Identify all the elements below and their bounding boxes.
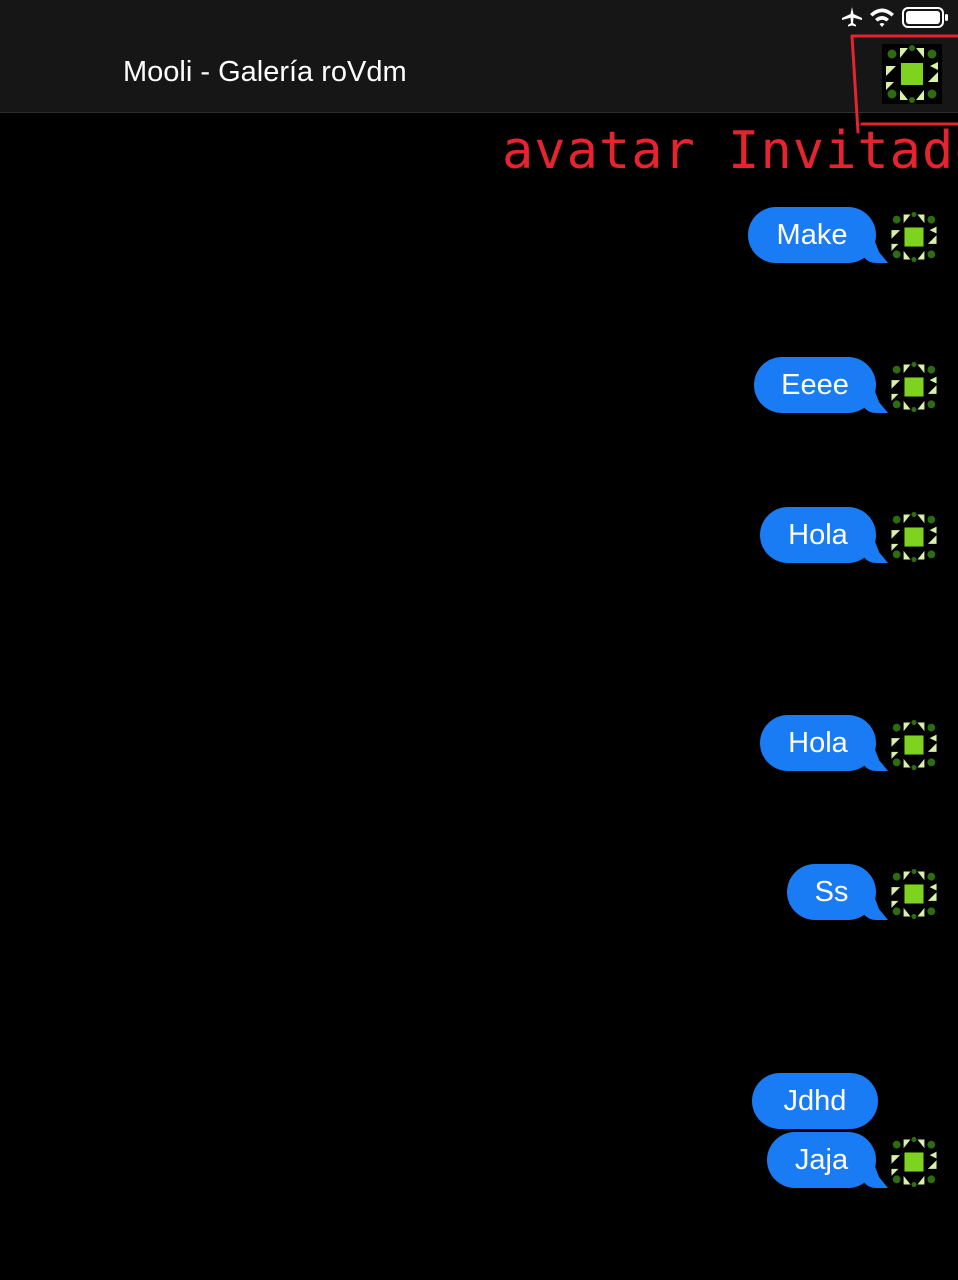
chat-screen: Mooli - Galería roVdm avatar Invitado Ma… xyxy=(0,0,958,1280)
navigation-bar: Mooli - Galería roVdm xyxy=(0,34,958,113)
guest-avatar-icon[interactable] xyxy=(888,868,940,920)
message-bubble[interactable]: Hola xyxy=(760,715,876,771)
message-bubble[interactable]: Eeee xyxy=(754,357,876,413)
status-bar xyxy=(0,0,958,34)
guest-avatar-icon[interactable] xyxy=(888,511,940,563)
guest-avatar-icon[interactable] xyxy=(888,361,940,413)
message-bubble[interactable]: Jdhd xyxy=(752,1073,878,1129)
message-bubble[interactable]: Jaja xyxy=(767,1132,876,1188)
message-bubble[interactable]: Hola xyxy=(760,507,876,563)
annotation-label: avatar Invitado xyxy=(502,121,958,181)
message-bubble[interactable]: Ss xyxy=(787,864,876,920)
page-title: Mooli - Galería roVdm xyxy=(123,56,407,88)
message-bubble[interactable]: Make xyxy=(748,207,876,263)
wifi-icon xyxy=(870,8,894,27)
guest-avatar-icon[interactable] xyxy=(882,44,942,104)
airplane-mode-icon xyxy=(842,7,862,27)
guest-avatar-icon[interactable] xyxy=(888,211,940,263)
battery-icon xyxy=(902,7,948,28)
guest-avatar-icon[interactable] xyxy=(888,719,940,771)
guest-avatar-icon[interactable] xyxy=(888,1136,940,1188)
